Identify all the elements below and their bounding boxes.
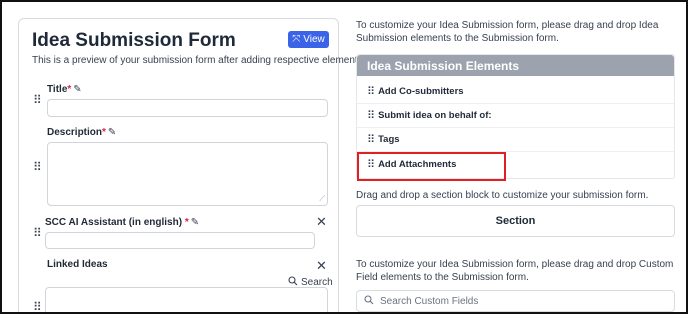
drag-handle-icon: ⠿	[367, 134, 375, 146]
drag-handle-icon[interactable]: ⠿	[33, 301, 42, 312]
search-icon	[364, 294, 374, 308]
custom-field-text: To customize your Idea Submission form, …	[356, 259, 674, 283]
element-label: Submit idea on behalf of:	[378, 110, 492, 121]
description-textarea[interactable]: ⟋	[47, 142, 328, 206]
search-placeholder: Search Custom Fields	[380, 295, 479, 307]
title-field-label: Title* ✎	[47, 84, 82, 95]
drag-handle-icon[interactable]: ⠿	[33, 227, 42, 239]
form-preview-card: Idea Submission Form ⤧ View This is a pr…	[18, 18, 365, 312]
linked-ideas-label: Linked Ideas	[47, 259, 108, 270]
drag-handle-icon: ⠿	[367, 110, 375, 122]
elements-panel: Idea Submission Elements ⠿ Add Co-submit…	[356, 54, 675, 179]
linked-ideas-input[interactable]	[45, 287, 328, 312]
description-field-label: Description* ✎	[47, 127, 116, 138]
scc-input[interactable]	[45, 232, 315, 249]
section-block[interactable]: Section	[356, 205, 675, 237]
title-label-text: Title	[47, 84, 68, 95]
pencil-icon[interactable]: ✎	[191, 217, 199, 228]
required-marker: *	[67, 84, 72, 95]
section-label: Section	[495, 215, 536, 227]
title-input[interactable]	[47, 99, 328, 117]
app-frame: Idea Submission Form ⤧ View This is a pr…	[0, 0, 688, 314]
element-add-attachments[interactable]: ⠿ Add Attachments	[357, 152, 674, 176]
element-add-co-submitters[interactable]: ⠿ Add Co-submitters	[357, 80, 674, 104]
resize-handle-icon[interactable]: ⟋	[319, 194, 325, 204]
element-label: Add Attachments	[378, 158, 457, 170]
linked-label-text: Linked Ideas	[47, 259, 108, 270]
elements-header: Idea Submission Elements	[357, 55, 674, 76]
drag-handle-icon[interactable]: ⠿	[33, 161, 42, 173]
element-tags[interactable]: ⠿ Tags	[357, 128, 674, 152]
close-icon[interactable]: ✕	[316, 215, 327, 228]
expand-arrows-icon: ⤧	[292, 33, 301, 45]
required-marker: *	[102, 127, 106, 138]
view-button[interactable]: ⤧ View	[288, 31, 329, 48]
scc-field-label: SCC AI Assistant (in english) * ✎	[45, 217, 199, 228]
drag-handle-icon[interactable]: ⠿	[33, 94, 42, 106]
element-label: Tags	[378, 134, 400, 145]
drag-handle-icon: ⠿	[367, 86, 375, 98]
pencil-icon[interactable]: ✎	[73, 84, 81, 95]
scc-label-text: SCC AI Assistant (in english)	[45, 217, 185, 228]
description-label-text: Description	[47, 127, 103, 138]
drag-handle-icon: ⠿	[367, 158, 375, 171]
form-title: Idea Submission Form	[32, 30, 236, 51]
intro-text: To customize your Idea Submission form, …	[356, 20, 659, 44]
required-marker: *	[184, 217, 189, 228]
search-custom-fields-input[interactable]: Search Custom Fields	[356, 290, 675, 312]
view-button-label: View	[303, 34, 325, 45]
form-subtitle: This is a preview of your submission for…	[32, 55, 366, 66]
element-label: Add Co-submitters	[378, 86, 464, 97]
element-submit-on-behalf[interactable]: ⠿ Submit idea on behalf of:	[357, 104, 674, 128]
pencil-icon[interactable]: ✎	[108, 127, 116, 138]
section-hint: Drag and drop a section block to customi…	[356, 190, 649, 201]
close-icon[interactable]: ✕	[316, 259, 327, 272]
